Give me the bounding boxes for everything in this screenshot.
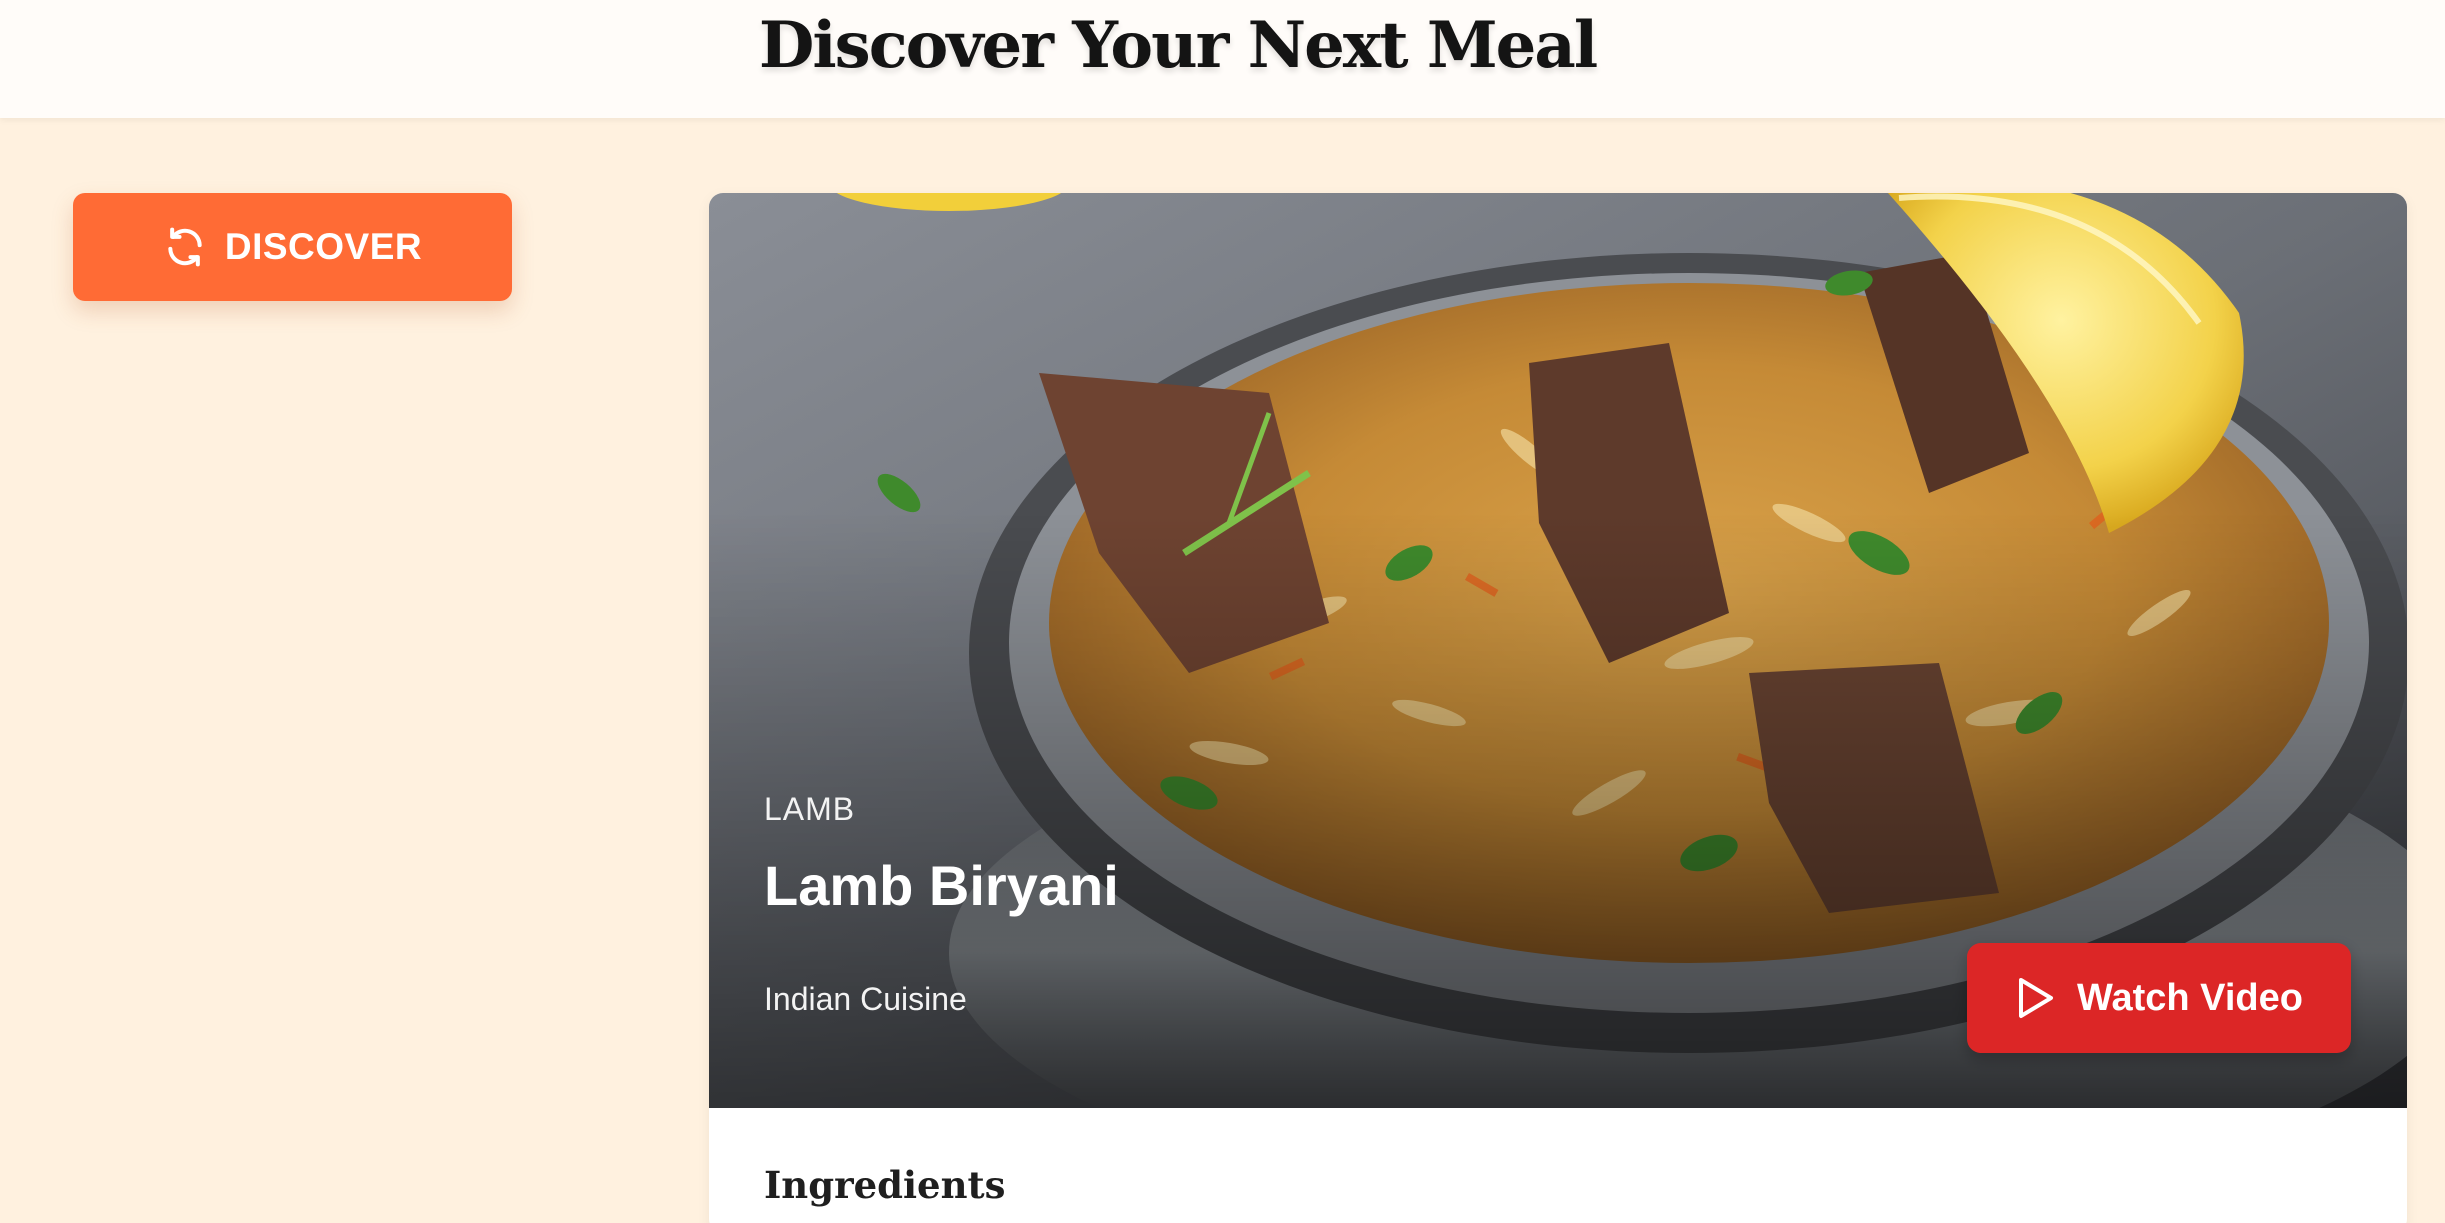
meal-name: Lamb Biryani xyxy=(764,854,1119,917)
ingredients-heading: Ingredients xyxy=(764,1163,1006,1207)
watch-video-label: Watch Video xyxy=(2077,976,2303,1019)
meal-category: LAMB xyxy=(764,791,856,827)
refresh-icon xyxy=(168,227,202,267)
watch-video-button[interactable]: Watch Video xyxy=(1967,943,2351,1053)
meal-cuisine: Indian Cuisine xyxy=(764,981,967,1017)
play-icon xyxy=(2019,978,2054,1018)
discover-button[interactable]: DISCOVER xyxy=(73,193,512,301)
meal-card: LAMB Lamb Biryani Indian Cuisine Watch V… xyxy=(709,193,2407,1223)
top-header: Discover Your Next Meal xyxy=(0,0,2445,118)
discover-button-label: DISCOVER xyxy=(224,226,423,267)
page-title: Discover Your Next Meal xyxy=(758,8,1598,83)
meal-hero: LAMB Lamb Biryani Indian Cuisine Watch V… xyxy=(709,193,2407,1108)
